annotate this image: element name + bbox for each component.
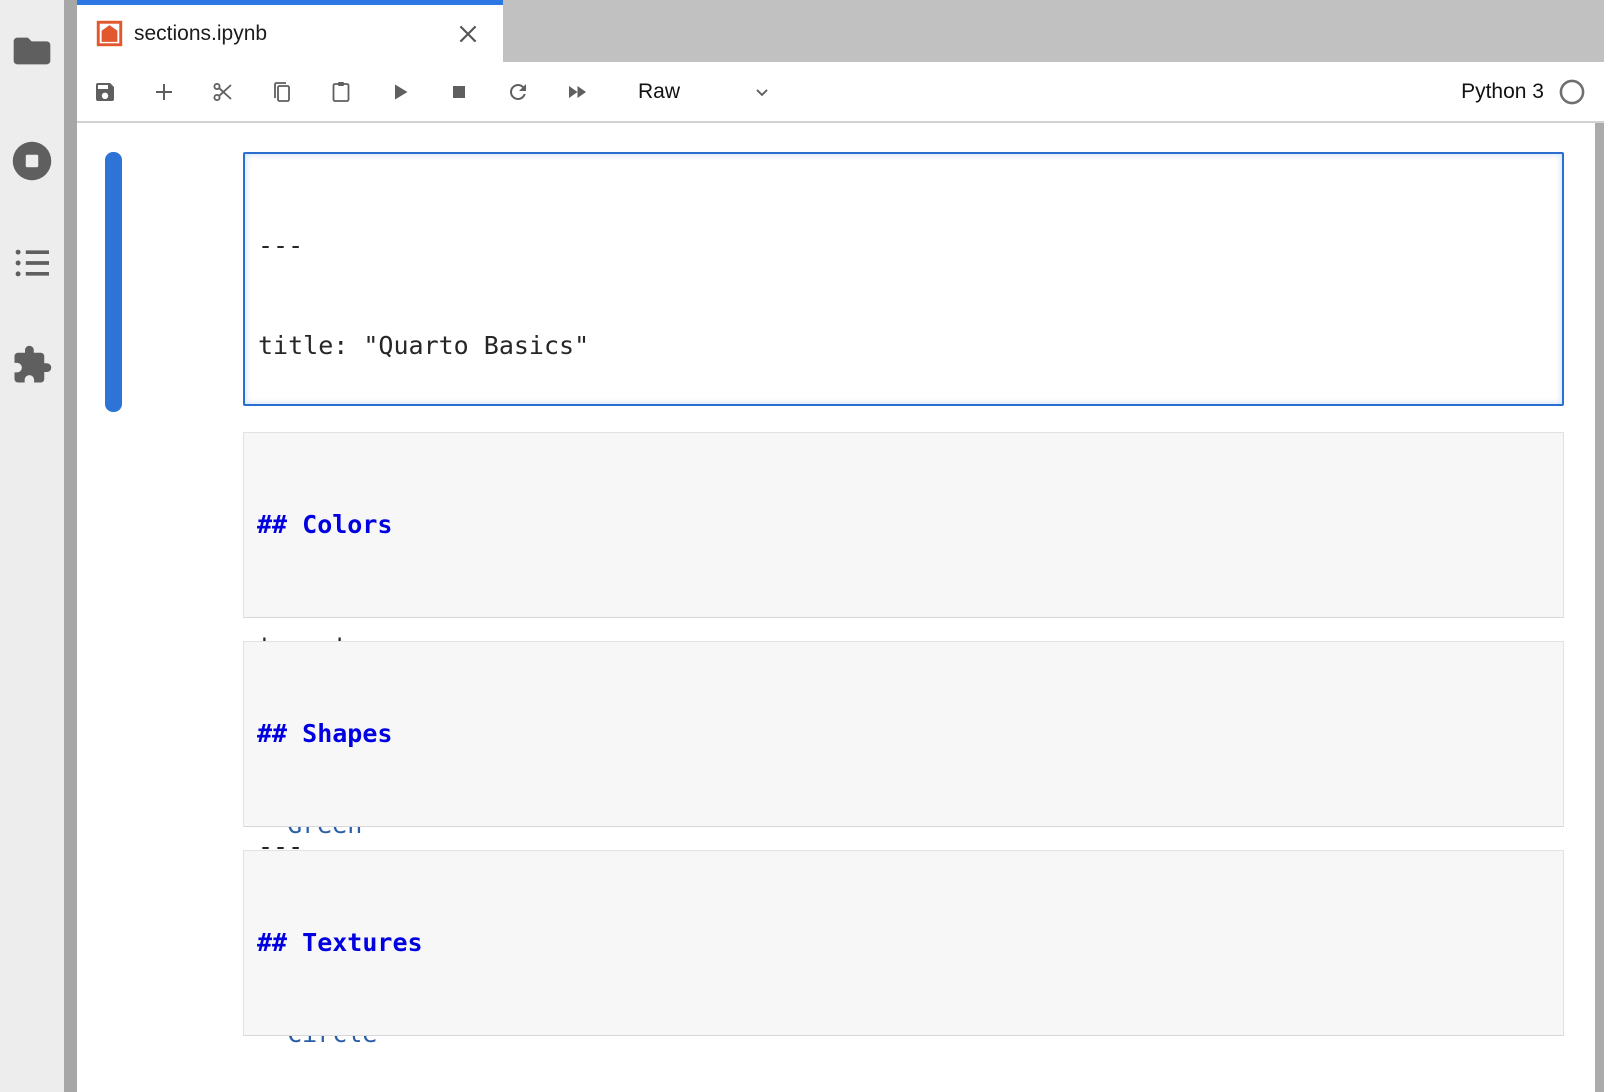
md-header: ## Shapes <box>257 717 1563 750</box>
tab-bar: sections.ipynb <box>77 0 1604 62</box>
code-line: title: "Quarto Basics" <box>258 329 1562 362</box>
sidebar-separator <box>64 0 77 1092</box>
kernel-status-icon[interactable] <box>1558 78 1586 106</box>
paste-icon[interactable] <box>329 80 353 104</box>
md-blank-line <box>257 608 1563 641</box>
fast-forward-icon[interactable] <box>565 80 589 104</box>
md-header: ## Textures <box>257 926 1563 959</box>
cut-icon[interactable] <box>211 80 235 104</box>
code-line: --- <box>258 229 1562 262</box>
kernel-name: Python 3 <box>1461 80 1544 104</box>
markdown-cell-colors[interactable]: ## Colors - Red - Green - Blue <box>243 432 1564 618</box>
kernel-indicator: Python 3 <box>1461 78 1586 106</box>
stop-icon[interactable] <box>447 80 471 104</box>
md-header: ## Colors <box>257 508 1563 541</box>
md-blank-line <box>257 1026 1563 1059</box>
running-icon[interactable] <box>10 139 54 188</box>
scrollbar-track[interactable] <box>1595 123 1604 1092</box>
markdown-cell-textures[interactable]: ## Textures - Smooth - Bumpy - Fuzzy <box>243 850 1564 1036</box>
cell-type-dropdown[interactable]: Raw <box>638 80 772 104</box>
notebook-icon <box>96 20 123 47</box>
save-icon[interactable] <box>93 80 117 104</box>
copy-icon[interactable] <box>270 80 294 104</box>
md-blank-line <box>257 817 1563 850</box>
tab-title: sections.ipynb <box>134 22 455 46</box>
puzzle-icon[interactable] <box>11 344 53 391</box>
raw-cell-editor[interactable]: --- title: "Quarto Basics" author: "Nora… <box>243 152 1564 406</box>
markdown-cell-shapes[interactable]: ## Shapes - Square - Circle - Triangle <box>243 641 1564 827</box>
close-icon[interactable] <box>455 21 481 47</box>
jupyterlab-window: sections.ipynb <box>0 0 1604 1092</box>
cell-collapser[interactable] <box>105 152 122 412</box>
folder-icon[interactable] <box>12 34 52 73</box>
cell-type-value: Raw <box>638 80 680 104</box>
notebook-panel: --- title: "Quarto Basics" author: "Nora… <box>77 123 1604 1092</box>
toc-icon[interactable] <box>13 246 51 285</box>
chevron-down-icon <box>752 82 772 102</box>
left-sidebar <box>0 0 64 1092</box>
plus-icon[interactable] <box>152 80 176 104</box>
run-icon[interactable] <box>388 80 412 104</box>
notebook-toolbar: Raw Python 3 <box>77 62 1604 123</box>
tab-sections-ipynb[interactable]: sections.ipynb <box>77 0 503 62</box>
restart-icon[interactable] <box>506 80 530 104</box>
